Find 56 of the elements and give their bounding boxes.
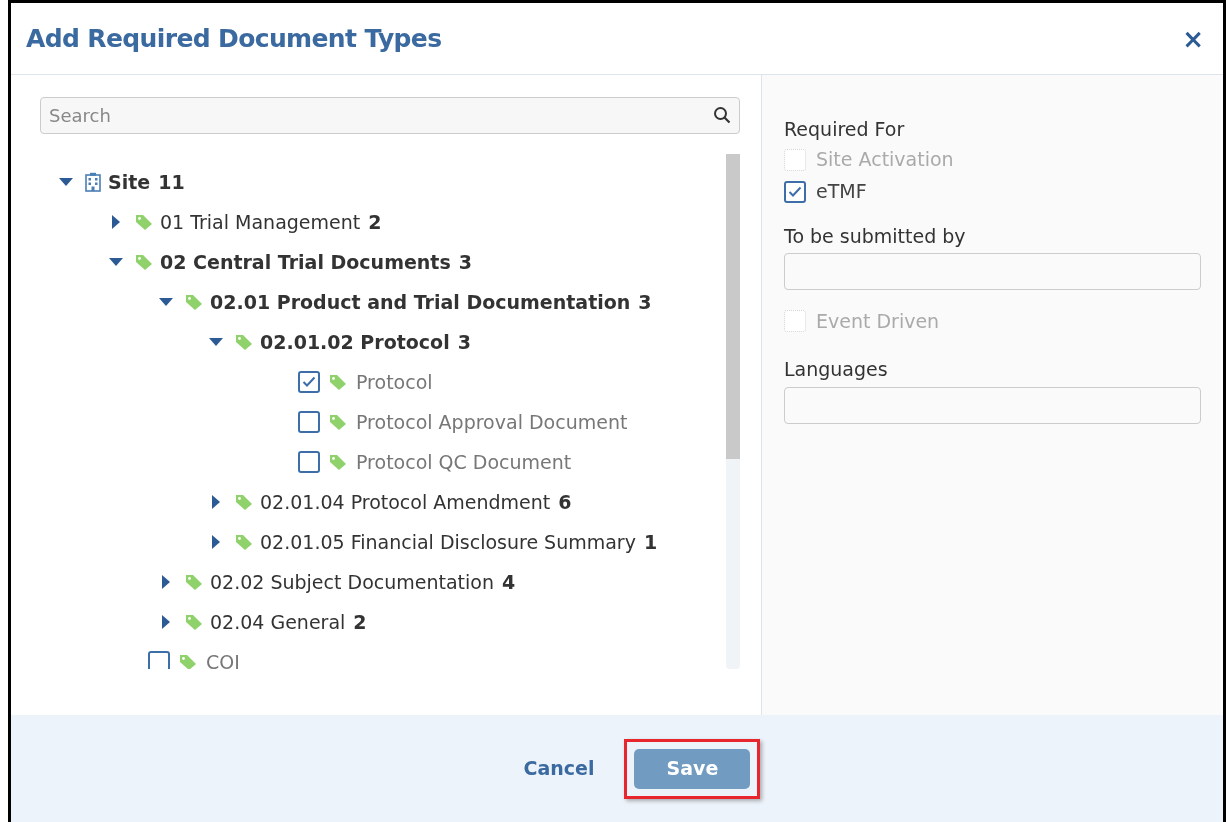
cancel-button[interactable]: Cancel: [523, 754, 595, 783]
count-label: 2: [368, 209, 382, 235]
checkbox[interactable]: [148, 651, 170, 669]
tag-icon: [234, 333, 254, 351]
tag-icon: [134, 213, 154, 231]
count-label: 3: [638, 289, 652, 315]
tag-icon: [328, 373, 348, 391]
tag-icon: [178, 653, 198, 669]
check-icon: [302, 376, 316, 388]
tag-icon: [234, 533, 254, 551]
tree-item-label[interactable]: COI: [206, 647, 240, 669]
dialog-title: Add Required Document Types: [26, 22, 442, 55]
tree-item-label[interactable]: Protocol Approval Document: [356, 407, 628, 437]
tag-icon: [328, 413, 348, 431]
tag-icon: [184, 293, 204, 311]
tree-node-label[interactable]: 01 Trial Management: [160, 207, 361, 237]
count-label: 2: [353, 609, 367, 635]
tree-node-label[interactable]: 02.01 Product and Trial Documentation: [210, 287, 631, 317]
checkbox-label: eTMF: [816, 179, 867, 205]
close-button[interactable]: ×: [1178, 25, 1208, 52]
search-field[interactable]: Search: [40, 97, 740, 134]
submitted-by-field[interactable]: [784, 253, 1201, 290]
tag-icon: [134, 253, 154, 271]
tag-icon: [184, 613, 204, 631]
tree-node-label[interactable]: 02 Central Trial Documents: [160, 247, 451, 277]
count-label: 3: [458, 249, 472, 275]
tag-icon: [234, 493, 254, 511]
scrollbar-thumb[interactable]: [726, 154, 740, 459]
tree-node-label[interactable]: 02.02 Subject Documentation: [210, 567, 494, 597]
tag-icon: [328, 453, 348, 471]
field-label: Required For: [784, 117, 906, 142]
tag-icon: [184, 573, 204, 591]
languages-field[interactable]: [784, 386, 1201, 424]
search-icon[interactable]: [713, 106, 731, 124]
tree-node-label[interactable]: 02.01.04 Protocol Amendment: [260, 487, 551, 517]
tree-node-label[interactable]: Site: [108, 167, 151, 197]
checkbox[interactable]: [298, 451, 320, 473]
tree-item-label[interactable]: Protocol: [356, 367, 433, 397]
field-label: To be submitted by: [784, 223, 967, 249]
checkbox-label: Event Driven: [816, 308, 940, 334]
checkbox[interactable]: [298, 371, 320, 393]
count-label: 4: [502, 569, 516, 595]
count-label: 11: [158, 169, 185, 195]
tree-node-label[interactable]: 02.04 General: [210, 607, 346, 637]
field-label: Languages: [784, 357, 889, 382]
tree-item-label[interactable]: Protocol QC Document: [356, 447, 572, 477]
tree-node-label[interactable]: 02.01.02 Protocol: [260, 327, 450, 357]
count-label: 6: [558, 489, 572, 515]
tree-node-label[interactable]: 02.01.05 Financial Disclosure Summary: [260, 527, 636, 557]
checkbox[interactable]: [784, 180, 806, 203]
count-label: 3: [457, 329, 471, 355]
check-icon: [788, 185, 802, 198]
checkbox[interactable]: [298, 411, 320, 433]
checkbox-label: Site Activation: [816, 147, 954, 173]
count-label: 1: [643, 529, 658, 555]
building-icon: [84, 172, 102, 192]
